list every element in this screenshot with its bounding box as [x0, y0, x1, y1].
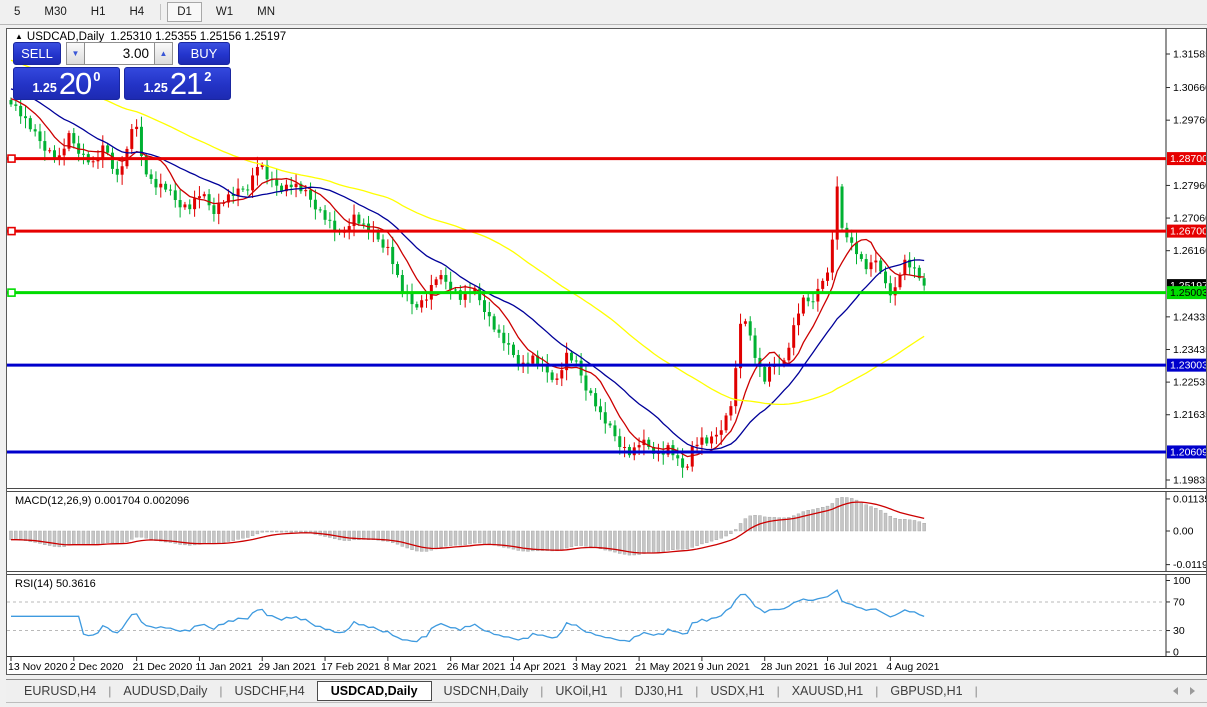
chart-window: 1.31585 1.30660 1.29760 1.27960 1.27060 1.261…: [6, 28, 1207, 675]
bid-price-box[interactable]: 1.25 20 0: [13, 67, 120, 100]
ask-price-pip: 2: [204, 69, 212, 84]
svg-text:8 Mar 2021: 8 Mar 2021: [384, 661, 437, 673]
chart-tab-gbpusd[interactable]: GBPUSD,H1: [878, 682, 974, 700]
svg-text:11 Jan 2021: 11 Jan 2021: [195, 661, 252, 673]
timeframe-toolbar: 5 M30 H1 H4 D1 W1 MN: [0, 0, 1207, 25]
macd-pane[interactable]: 0.01135 0.00 -0.01190 MACD(12,26,9) 0.0017…: [7, 492, 1206, 571]
toolbar-divider: [160, 4, 162, 20]
chart-tab-ukoil[interactable]: UKOil,H1: [543, 682, 619, 700]
svg-text:0.00: 0.00: [1173, 526, 1194, 538]
svg-text:0.01135: 0.01135: [1173, 493, 1206, 505]
tab-scroll-left-icon[interactable]: [1169, 687, 1178, 695]
ask-price-box[interactable]: 1.25 21 2: [124, 67, 231, 100]
ask-price-big: 21: [169, 66, 203, 101]
svg-text:1.20609: 1.20609: [1170, 446, 1206, 458]
time-axis[interactable]: 13 Nov 2020 2 Dec 2020 21 Dec 2020 11 Jan 2…: [7, 656, 1206, 674]
chart-tab-usdx[interactable]: USDX,H1: [698, 682, 776, 700]
rsi-chart[interactable]: 100 70 30 0: [7, 575, 1206, 656]
ask-price-prefix: 1.25: [143, 81, 168, 95]
svg-text:1.30660: 1.30660: [1173, 82, 1206, 94]
svg-text:1.23435: 1.23435: [1173, 344, 1206, 356]
svg-text:3 May 2021: 3 May 2021: [572, 661, 627, 673]
tab-separator: |: [974, 684, 978, 698]
svg-text:21 Dec 2020: 21 Dec 2020: [133, 661, 193, 673]
chart-tab-xauusd[interactable]: XAUUSD,H1: [780, 682, 876, 700]
chart-tab-usdcnh[interactable]: USDCNH,Daily: [432, 682, 541, 700]
svg-text:1.27060: 1.27060: [1173, 213, 1206, 225]
one-click-trade-panel: SELL ▼ 3.00 ▲ BUY 1.25 20 0 1.25 21 2: [13, 42, 235, 100]
timeframe-button-5[interactable]: 5: [4, 2, 30, 22]
svg-text:29 Jan 2021: 29 Jan 2021: [258, 661, 316, 673]
svg-text:1.19835: 1.19835: [1173, 475, 1206, 487]
svg-text:1.28700: 1.28700: [1170, 153, 1206, 165]
tab-scroll-right-icon[interactable]: [1190, 687, 1199, 695]
svg-text:1.26160: 1.26160: [1173, 245, 1206, 257]
timeframe-button-h4[interactable]: H4: [119, 2, 154, 22]
chart-tab-audusd[interactable]: AUDUSD,Daily: [111, 682, 219, 700]
svg-text:100: 100: [1173, 575, 1191, 587]
svg-text:1.27960: 1.27960: [1173, 180, 1206, 192]
buy-button[interactable]: BUY: [178, 42, 230, 65]
chart-tab-usdchf[interactable]: USDCHF,H4: [223, 682, 317, 700]
time-axis-labels: 13 Nov 2020 2 Dec 2020 21 Dec 2020 11 Jan 2…: [8, 657, 940, 673]
svg-text:1.31585: 1.31585: [1173, 49, 1206, 61]
timeframe-button-d1[interactable]: D1: [167, 2, 202, 22]
bid-price-big: 20: [58, 66, 92, 101]
timeframe-button-m30[interactable]: M30: [34, 2, 76, 22]
trading-terminal: 5M30H1H4 D1W1MN 1.31585 1.30660 1.29760 1.27…: [0, 0, 1207, 707]
sell-button[interactable]: SELL: [13, 42, 61, 65]
svg-text:70: 70: [1173, 596, 1185, 608]
timeframe-button-w1[interactable]: W1: [206, 2, 243, 22]
chart-tab-usdcad[interactable]: USDCAD,Daily: [316, 681, 432, 701]
volume-decrease-button[interactable]: ▼: [66, 42, 85, 65]
rsi-label: RSI(14) 50.3616: [15, 578, 96, 590]
svg-text:1.29760: 1.29760: [1173, 115, 1206, 127]
svg-text:1.24335: 1.24335: [1173, 311, 1206, 323]
svg-text:1.22535: 1.22535: [1173, 377, 1206, 389]
chart-tab-bar: EURUSD,H4 | AUDUSD,Daily | USDCHF,H4 USDCAD,D…: [6, 679, 1207, 703]
svg-text:14 Apr 2021: 14 Apr 2021: [509, 661, 566, 673]
volume-input[interactable]: 3.00: [85, 42, 154, 65]
svg-text:1.23003: 1.23003: [1170, 360, 1206, 372]
svg-text:2 Dec 2020: 2 Dec 2020: [70, 661, 124, 673]
volume-stepper: ▼ 3.00 ▲: [66, 42, 173, 65]
chart-tab-eurusd[interactable]: EURUSD,H4: [12, 682, 108, 700]
svg-text:30: 30: [1173, 625, 1185, 637]
svg-text:-0.01190: -0.01190: [1173, 559, 1206, 571]
svg-text:9 Jun 2021: 9 Jun 2021: [698, 661, 750, 673]
svg-text:26 Mar 2021: 26 Mar 2021: [447, 661, 506, 673]
svg-text:4 Aug 2021: 4 Aug 2021: [886, 661, 939, 673]
bid-price-pip: 0: [93, 69, 101, 84]
timeframe-button-mn[interactable]: MN: [247, 2, 285, 22]
svg-text:16 Jul 2021: 16 Jul 2021: [824, 661, 878, 673]
bid-price-prefix: 1.25: [32, 81, 57, 95]
svg-text:17 Feb 2021: 17 Feb 2021: [321, 661, 380, 673]
volume-increase-button[interactable]: ▲: [154, 42, 173, 65]
svg-text:1.25003: 1.25003: [1170, 287, 1206, 299]
rsi-pane[interactable]: 100 70 30 0 RSI(14) 50.3616: [7, 575, 1206, 656]
svg-text:28 Jun 2021: 28 Jun 2021: [761, 661, 819, 673]
svg-text:21 May 2021: 21 May 2021: [635, 661, 696, 673]
svg-text:1.21635: 1.21635: [1173, 409, 1206, 421]
main-chart-pane[interactable]: 1.31585 1.30660 1.29760 1.27960 1.27060 1.261…: [7, 29, 1206, 488]
tab-scroll-arrows: [1169, 687, 1199, 695]
collapse-icon[interactable]: ▲: [15, 32, 23, 41]
svg-text:13 Nov 2020: 13 Nov 2020: [8, 661, 68, 673]
chart-tab-dj30[interactable]: DJ30,H1: [623, 682, 696, 700]
macd-label: MACD(12,26,9) 0.001704 0.002096: [15, 495, 190, 507]
svg-text:0: 0: [1173, 647, 1179, 657]
svg-text:1.26700: 1.26700: [1170, 226, 1206, 238]
timeframe-button-h1[interactable]: H1: [81, 2, 116, 22]
